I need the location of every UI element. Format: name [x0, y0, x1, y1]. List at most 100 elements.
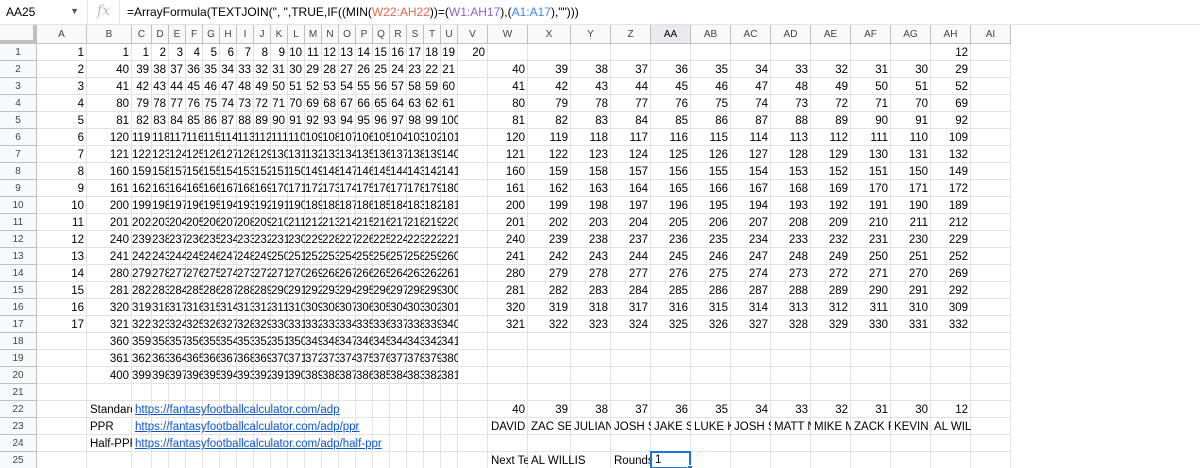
cell-bu[interactable]: 50: [271, 78, 288, 95]
cell-bu[interactable]: 112: [254, 129, 271, 146]
cell-a[interactable]: 13: [37, 248, 87, 265]
cell-bu[interactable]: 110: [288, 129, 305, 146]
cell-bu[interactable]: 146: [356, 163, 373, 180]
cell-bu[interactable]: 237: [169, 231, 186, 248]
cell-bu[interactable]: 258: [407, 248, 424, 265]
row-header-16[interactable]: 16: [0, 299, 37, 316]
cell-bu[interactable]: 81: [87, 112, 132, 129]
cell-bu[interactable]: 28: [322, 61, 339, 78]
cell-bu[interactable]: 179: [424, 180, 441, 197]
cell-bu[interactable]: 69: [305, 95, 322, 112]
cell-bu[interactable]: 130: [271, 146, 288, 163]
cell-wah[interactable]: 320: [488, 299, 528, 316]
cell-bu[interactable]: 60: [441, 78, 458, 95]
cell-wah[interactable]: 208: [771, 214, 811, 231]
cell-bu[interactable]: 149: [305, 163, 322, 180]
cell-bu[interactable]: 124: [169, 146, 186, 163]
cell-wah[interactable]: 154: [731, 163, 771, 180]
cell-bu[interactable]: 303: [407, 299, 424, 316]
cell-wah[interactable]: 321: [488, 316, 528, 333]
cell-wah[interactable]: 34: [731, 61, 771, 78]
link-label[interactable]: Standard: [87, 401, 132, 418]
cell-bu[interactable]: 376: [373, 350, 390, 367]
cell-bu[interactable]: 62: [424, 95, 441, 112]
cell-bu[interactable]: 64: [390, 95, 407, 112]
cell-bu[interactable]: 121: [87, 146, 132, 163]
cell-bu[interactable]: 132: [305, 146, 322, 163]
cell-a[interactable]: 4: [37, 95, 87, 112]
cell-bu[interactable]: 367: [220, 350, 237, 367]
cell-bu[interactable]: 186: [356, 197, 373, 214]
cell-bu[interactable]: 265: [373, 265, 390, 282]
cell-wah[interactable]: 292: [931, 282, 971, 299]
cell-wah[interactable]: 311: [851, 299, 891, 316]
cell-bu[interactable]: 25: [373, 61, 390, 78]
rounds-value[interactable]: 1: [652, 452, 661, 468]
cell-bu[interactable]: 375: [356, 350, 373, 367]
cell-bu[interactable]: 51: [288, 78, 305, 95]
selected-cell-rounds-input[interactable]: 1: [650, 451, 693, 468]
cell-bu[interactable]: 342: [424, 333, 441, 350]
cell-bu[interactable]: 290: [271, 282, 288, 299]
cell-wah[interactable]: 310: [891, 299, 931, 316]
cell-wah[interactable]: 207: [731, 214, 771, 231]
cell-wah[interactable]: 165: [651, 180, 691, 197]
column-header-k[interactable]: K: [271, 25, 288, 44]
cell-bu[interactable]: 396: [186, 367, 203, 384]
cell-bu[interactable]: 13: [339, 44, 356, 61]
cell-wah[interactable]: 203: [571, 214, 611, 231]
cell-bu[interactable]: 71: [271, 95, 288, 112]
cell-wah[interactable]: 285: [651, 282, 691, 299]
row-header-3[interactable]: 3: [0, 78, 37, 95]
cell-bu[interactable]: 159: [132, 163, 152, 180]
cell-bu[interactable]: 194: [220, 197, 237, 214]
cell-team-name[interactable]: KEVIN C: [891, 418, 931, 435]
cell-bu[interactable]: 219: [424, 214, 441, 231]
cell-bu[interactable]: 70: [288, 95, 305, 112]
cell-bu[interactable]: 113: [237, 129, 254, 146]
cell-wah[interactable]: 77: [611, 95, 651, 112]
row-header-12[interactable]: 12: [0, 231, 37, 248]
cell-bu[interactable]: 147: [339, 163, 356, 180]
cell-bu[interactable]: 158: [152, 163, 169, 180]
column-header-d[interactable]: D: [152, 25, 169, 44]
cell-wah[interactable]: 210: [851, 214, 891, 231]
cell-bu[interactable]: 398: [152, 367, 169, 384]
cell-bu[interactable]: 322: [132, 316, 152, 333]
column-header-ae[interactable]: AE: [811, 25, 851, 44]
select-all-corner[interactable]: [0, 25, 37, 44]
cell-bu[interactable]: 271: [271, 265, 288, 282]
cell-bu[interactable]: 368: [237, 350, 254, 367]
cell-bu[interactable]: 116: [186, 129, 203, 146]
column-header-l[interactable]: L: [288, 25, 305, 44]
cell-bu[interactable]: 242: [132, 248, 152, 265]
cell-bu[interactable]: 309: [305, 299, 322, 316]
cell-bu[interactable]: 393: [237, 367, 254, 384]
chevron-down-icon[interactable]: ▼: [70, 6, 79, 16]
cell-team-name[interactable]: JOSH S: [731, 418, 771, 435]
cell-bu[interactable]: 343: [407, 333, 424, 350]
cell-wah[interactable]: 110: [891, 129, 931, 146]
cell-bu[interactable]: 254: [339, 248, 356, 265]
cell-bu[interactable]: 26: [356, 61, 373, 78]
cell-bu[interactable]: 198: [152, 197, 169, 214]
cell-bu[interactable]: 288: [237, 282, 254, 299]
cell-bu[interactable]: 272: [254, 265, 271, 282]
cell-bu[interactable]: 310: [288, 299, 305, 316]
cell-wah[interactable]: 332: [931, 316, 971, 333]
row-header-6[interactable]: 6: [0, 129, 37, 146]
cell-wah[interactable]: 85: [651, 112, 691, 129]
formula-input[interactable]: =ArrayFormula(TEXTJOIN(", ",TRUE,IF((MIN…: [127, 5, 579, 19]
row-header-22[interactable]: 22: [0, 401, 37, 418]
cell-wah[interactable]: 78: [571, 95, 611, 112]
cell-wah[interactable]: 149: [931, 163, 971, 180]
cell-a[interactable]: 11: [37, 214, 87, 231]
cell-bu[interactable]: 313: [237, 299, 254, 316]
cell-bu[interactable]: 231: [271, 231, 288, 248]
cell-bu[interactable]: 289: [254, 282, 271, 299]
cell-bu[interactable]: 37: [169, 61, 186, 78]
cell-bu[interactable]: 326: [203, 316, 220, 333]
cell-wah[interactable]: 73: [771, 95, 811, 112]
cell-wah[interactable]: 250: [851, 248, 891, 265]
cell-bu[interactable]: 117: [169, 129, 186, 146]
